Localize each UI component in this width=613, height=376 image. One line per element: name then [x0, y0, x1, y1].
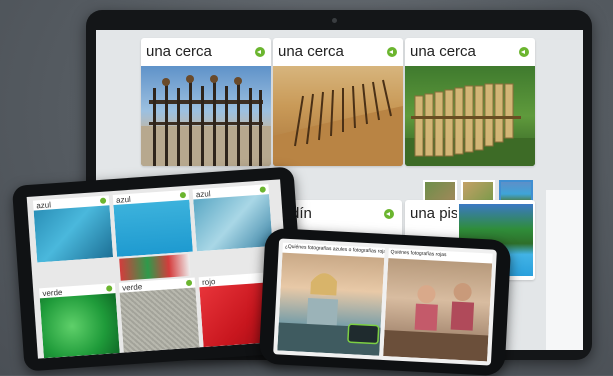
play-audio-icon[interactable] [185, 279, 193, 287]
fence-photo-bamboo [405, 66, 535, 166]
laptop-camera [332, 18, 337, 23]
gray-texture-photo [119, 287, 200, 353]
card-label: una cerca [278, 43, 344, 60]
phone-card-left[interactable]: ¿Quiénes fotografías azules o fotografía… [277, 242, 385, 356]
blue-shirt-photo [113, 199, 193, 257]
fence-photo-iron [141, 66, 271, 166]
fence-photo-dune [273, 66, 403, 166]
play-audio-icon[interactable] [384, 209, 394, 219]
people-photo-left [277, 252, 385, 356]
tile-verde-1[interactable]: verde [39, 283, 120, 359]
side-panel [546, 190, 583, 350]
tile-azul-3[interactable]: azul [192, 184, 273, 252]
tile-verde-2[interactable]: verde [118, 277, 200, 353]
people-photo-right [383, 258, 493, 362]
answer-card-3[interactable]: una cerca [405, 38, 535, 166]
phone-card-right[interactable]: Quiénes fotografías rojas [383, 248, 493, 362]
card-label: una cerca [146, 43, 212, 60]
phone-device: ¿Quiénes fotografías azules o fotografía… [258, 227, 512, 376]
answer-card-1[interactable]: una cerca [141, 38, 271, 166]
play-audio-icon[interactable] [259, 186, 266, 193]
play-audio-icon[interactable] [179, 191, 187, 199]
play-audio-icon[interactable] [255, 47, 265, 57]
play-audio-icon[interactable] [99, 197, 107, 204]
tile-azul-1[interactable]: azul [32, 195, 114, 263]
play-audio-icon[interactable] [519, 47, 529, 57]
blue-fabric-photo [33, 205, 114, 263]
play-audio-icon[interactable] [106, 285, 113, 292]
green-leaf-photo [39, 293, 120, 359]
card-label: una pis [410, 205, 459, 222]
tile-azul-2[interactable]: azul [112, 189, 193, 257]
phone-screen: ¿Quiénes fotografías azules o fotografía… [273, 238, 497, 366]
answer-card-2[interactable]: una cerca [273, 38, 403, 166]
tablet-screen: azul azul azul verde verde rojo [26, 179, 292, 359]
color-strip [119, 253, 191, 281]
question-text: Quiénes fotografías rojas [390, 249, 447, 259]
blue-cloth-photo [193, 194, 273, 252]
card-label: una cerca [410, 43, 476, 60]
play-audio-icon[interactable] [387, 47, 397, 57]
